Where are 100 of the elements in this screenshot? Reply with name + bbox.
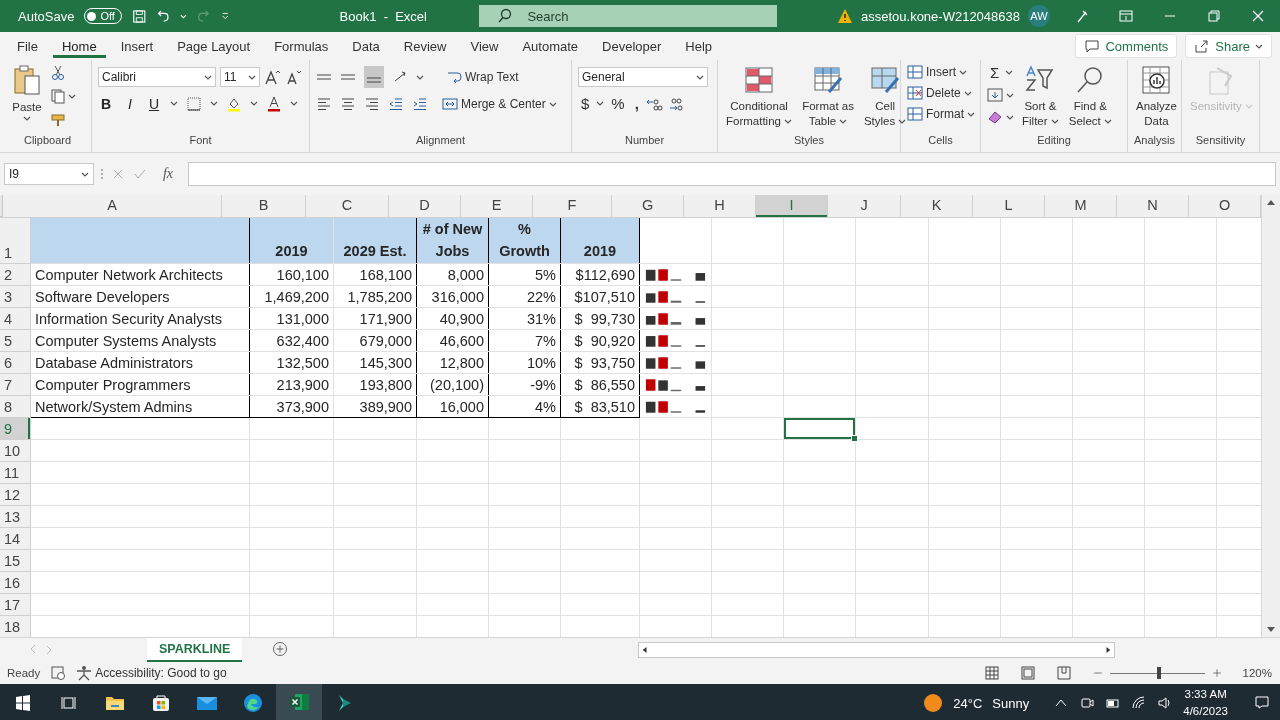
row-header[interactable]: 8	[0, 396, 30, 417]
ribbon-button[interactable]: Conditional Formatting	[724, 64, 795, 129]
font-size-dropdown[interactable]: 11	[220, 67, 260, 87]
column-header[interactable]: B	[222, 195, 305, 217]
menu-tab[interactable]: Insert	[111, 34, 163, 58]
ribbon-button[interactable]: Find & Select	[1066, 64, 1114, 129]
comments-button[interactable]: Comments	[1075, 34, 1178, 58]
ribbon-button[interactable]: Analyze Data	[1134, 64, 1179, 129]
menu-tab[interactable]: Developer	[593, 34, 671, 58]
table-cell: $112,690	[575, 266, 635, 283]
normal-view-icon	[983, 665, 1000, 681]
ribbon-button[interactable]: Format as Table	[800, 64, 856, 129]
ribbon-button[interactable]: Cell Styles	[861, 64, 909, 129]
table-cell: 389,900	[359, 398, 412, 415]
increase-indent-icon	[412, 96, 428, 112]
row-header[interactable]: 7	[0, 374, 30, 395]
avatar[interactable]: AW	[1028, 5, 1050, 27]
cells-button[interactable]: Delete	[907, 85, 975, 101]
wrap-text-button[interactable]: Wrap Text	[446, 69, 519, 85]
sparkline-chart	[644, 266, 707, 283]
caret-icon	[180, 12, 187, 20]
menu-tab[interactable]: Help	[676, 34, 722, 58]
row-header[interactable]: 4	[0, 308, 30, 329]
column-header[interactable]: G	[612, 195, 683, 217]
table-cell: 171,900	[359, 310, 412, 327]
menu-tab[interactable]: Automate	[513, 34, 588, 58]
row-header[interactable]: 11	[0, 462, 30, 483]
underline-button[interactable]: U	[146, 95, 162, 112]
column-header[interactable]: C	[306, 195, 388, 217]
row-header[interactable]: 18	[0, 616, 30, 637]
row-header[interactable]: 15	[0, 550, 30, 571]
menu-tab[interactable]: File	[8, 34, 47, 58]
column-header[interactable]: J	[828, 195, 900, 217]
number-format-button[interactable]: ,	[631, 95, 642, 112]
vertical-scrollbar[interactable]	[1261, 195, 1280, 637]
accessibility-status[interactable]: Accessibility: Good to go	[76, 665, 227, 681]
sparkline-chart	[644, 354, 707, 371]
font-name-dropdown[interactable]: Calibri	[98, 67, 216, 87]
horizontal-scrollbar[interactable]	[638, 642, 1116, 658]
column-header[interactable]: E	[461, 195, 532, 217]
name-box[interactable]: I9	[4, 163, 94, 185]
formula-field[interactable]	[188, 162, 1276, 186]
menu-tab[interactable]: Formulas	[265, 34, 338, 58]
sheet-tab[interactable]: SPARKLINE	[147, 638, 243, 662]
table-cell: 213,900	[276, 376, 329, 393]
column-header[interactable]: D	[389, 195, 460, 217]
row-header[interactable]: 6	[0, 352, 30, 373]
insert-function-button[interactable]: fx	[154, 166, 182, 182]
selected-cell[interactable]	[784, 418, 855, 439]
account-name[interactable]: assetou.kone-W212048638	[861, 8, 1020, 24]
merge-center-button[interactable]: Merge & Center	[442, 96, 557, 112]
cells-button[interactable]: Format	[907, 106, 975, 122]
italic-button[interactable]: I	[122, 95, 138, 112]
column-header[interactable]: F	[533, 195, 611, 217]
menu-tab[interactable]: Data	[343, 34, 389, 58]
column-header[interactable]: M	[1045, 195, 1116, 217]
column-header[interactable]: L	[973, 195, 1044, 217]
column-header[interactable]: O	[1189, 195, 1260, 217]
share-button[interactable]: Share	[1185, 34, 1272, 58]
paste-button[interactable]: Paste	[10, 64, 44, 122]
row-header[interactable]: 5	[0, 330, 30, 351]
number-format-button[interactable]: %	[608, 95, 628, 112]
ribbon-button[interactable]: Sort & Filter	[1020, 64, 1061, 129]
zoom-level[interactable]: 120%	[1242, 667, 1272, 679]
column-header[interactable]: N	[1117, 195, 1188, 217]
row-header[interactable]: 10	[0, 440, 30, 461]
clock-time[interactable]: 3:33 AM	[1183, 686, 1228, 703]
row-header[interactable]: 1	[0, 218, 30, 263]
number-format-button[interactable]: $	[578, 95, 593, 112]
row-header[interactable]: 14	[0, 528, 30, 549]
bold-button[interactable]: B	[98, 95, 114, 112]
row-header[interactable]: 2	[0, 264, 30, 285]
menu-tab[interactable]: Home	[52, 34, 106, 58]
autosum-button[interactable]: Σ	[987, 64, 1003, 81]
row-header[interactable]: 17	[0, 594, 30, 615]
menu-tab[interactable]: View	[461, 34, 508, 58]
caret-icon	[963, 89, 972, 97]
zoom-in-icon	[1210, 667, 1223, 679]
column-header[interactable]: A	[3, 195, 221, 217]
column-header[interactable]: K	[901, 195, 972, 217]
table-cell-text: % Growth	[499, 220, 550, 261]
row-header[interactable]: 3	[0, 286, 30, 307]
row-header[interactable]: 9	[0, 418, 30, 439]
cells-button[interactable]: Insert	[907, 64, 975, 80]
caret-icon	[81, 170, 89, 178]
number-format-dropdown[interactable]: General	[578, 67, 708, 87]
column-header[interactable]: H	[684, 195, 755, 217]
caret-icon	[416, 73, 424, 81]
column-header[interactable]: I	[756, 195, 827, 217]
clock-date[interactable]: 4/6/2023	[1183, 703, 1228, 720]
insert-cells-icon	[907, 64, 923, 80]
table-cell: 31%	[526, 310, 556, 327]
row-header[interactable]: 16	[0, 572, 30, 593]
weather-condition[interactable]: Sunny	[992, 695, 1030, 711]
search-field[interactable]: Search	[479, 5, 777, 27]
menu-tab[interactable]: Review	[394, 34, 456, 58]
row-header[interactable]: 12	[0, 484, 30, 505]
menu-tab[interactable]: Page Layout	[168, 34, 260, 58]
row-header[interactable]: 13	[0, 506, 30, 527]
temperature[interactable]: 24°C	[953, 695, 983, 711]
